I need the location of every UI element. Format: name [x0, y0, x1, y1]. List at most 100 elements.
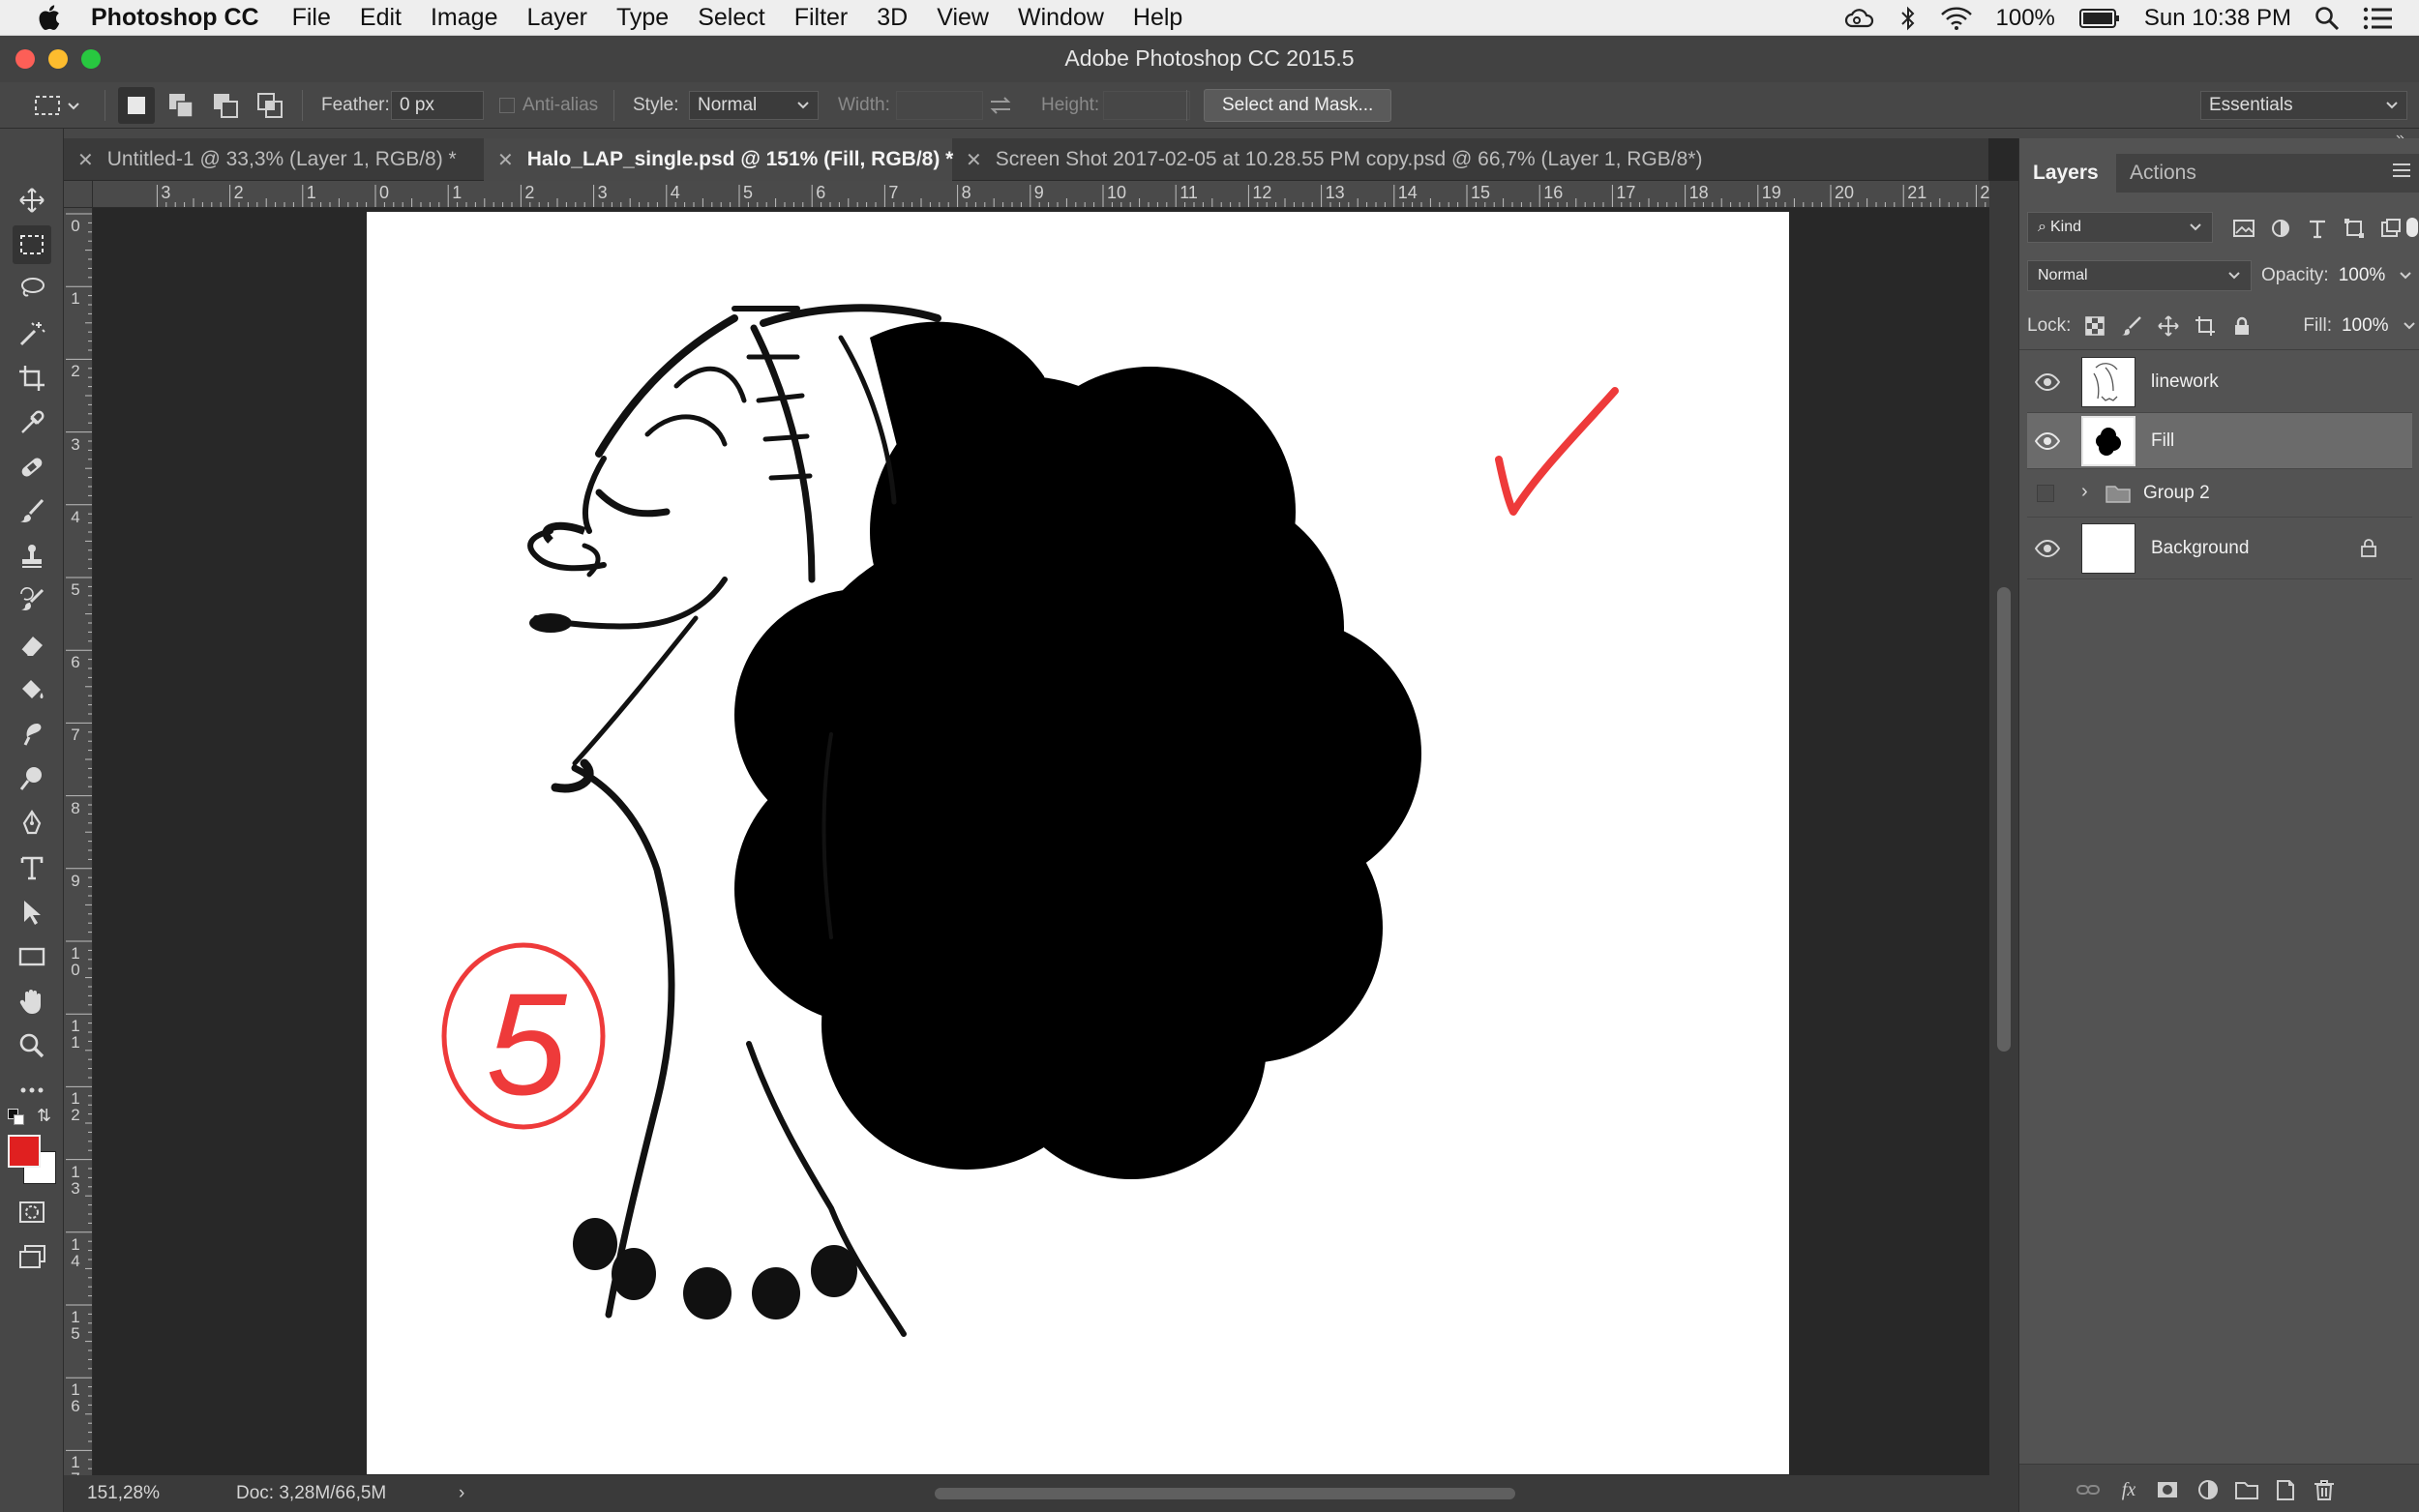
visibility-eye-icon[interactable]	[2035, 371, 2060, 393]
spotlight-search-icon[interactable]	[2314, 6, 2340, 31]
healing-brush-tool[interactable]	[13, 448, 51, 487]
marquee-preset-picker[interactable]	[33, 82, 83, 129]
menu-layer[interactable]: Layer	[526, 4, 587, 32]
tab-halo-lap-single[interactable]: ✕ Halo_LAP_single.psd @ 151% (Fill, RGB/…	[484, 138, 953, 181]
filter-type-icon[interactable]	[2306, 218, 2329, 239]
edit-toolbar-button[interactable]	[13, 1071, 51, 1110]
tab-screen-shot-copy[interactable]: ✕ Screen Shot 2017-02-05 at 10.28.55 PM …	[952, 138, 1823, 181]
close-tab-icon[interactable]: ✕	[966, 148, 982, 172]
smudge-tool[interactable]	[13, 715, 51, 754]
layer-style-fx-icon[interactable]: fx	[2116, 1478, 2141, 1501]
filter-image-icon[interactable]	[2232, 218, 2255, 239]
filter-adjustment-icon[interactable]	[2269, 218, 2292, 239]
tab-untitled-1[interactable]: ✕ Untitled-1 @ 33,3% (Layer 1, RGB/8) *	[64, 138, 484, 181]
horizontal-scroll-thumb[interactable]	[935, 1488, 1515, 1499]
paint-bucket-tool[interactable]	[13, 670, 51, 709]
close-tab-icon[interactable]: ✕	[77, 148, 94, 172]
lasso-tool[interactable]	[13, 270, 51, 309]
selection-mode-new[interactable]	[118, 82, 155, 129]
layer-row-group-2[interactable]: › Group 2	[2027, 469, 2412, 518]
history-brush-tool[interactable]	[13, 581, 51, 620]
apple-icon[interactable]	[35, 2, 66, 33]
wifi-icon[interactable]	[1940, 6, 1973, 31]
anti-alias-checkbox[interactable]: Anti-alias	[499, 82, 598, 129]
visibility-eye-icon[interactable]	[2035, 430, 2060, 452]
feather-input[interactable]: 0 px	[391, 91, 484, 120]
swap-colors-icon[interactable]: ⇅	[37, 1106, 51, 1126]
opacity-value[interactable]: 100%	[2339, 265, 2386, 286]
menu-file[interactable]: File	[292, 4, 331, 32]
default-colors-icon[interactable]	[8, 1109, 25, 1126]
width-input[interactable]	[896, 91, 983, 120]
workspace-switcher[interactable]: Essentials	[2200, 91, 2407, 120]
menu-view[interactable]: View	[937, 4, 989, 32]
new-group-icon[interactable]	[2234, 1478, 2259, 1501]
menubar-clock[interactable]: Sun 10:38 PM	[2144, 5, 2291, 32]
creative-cloud-icon[interactable]	[1843, 7, 1876, 30]
lock-image-pixels-icon[interactable]	[2121, 315, 2142, 337]
lock-all-icon[interactable]	[2231, 315, 2253, 337]
menu-app-name[interactable]: Photoshop CC	[91, 4, 259, 32]
layer-filter-kind-select[interactable]: ⌕ Kind	[2027, 212, 2213, 243]
selection-mode-add[interactable]	[166, 82, 195, 129]
selection-mode-intersect[interactable]	[255, 82, 284, 129]
lock-artboard-icon[interactable]	[2195, 315, 2216, 337]
eraser-tool[interactable]	[13, 626, 51, 665]
select-and-mask-button[interactable]: Select and Mask...	[1204, 89, 1392, 122]
menu-type[interactable]: Type	[616, 4, 669, 32]
panel-menu-icon[interactable]	[2393, 163, 2410, 179]
hand-tool[interactable]	[13, 982, 51, 1021]
visibility-empty-box[interactable]	[2037, 485, 2054, 502]
menu-select[interactable]: Select	[698, 4, 764, 32]
foreground-color-swatch[interactable]	[8, 1135, 41, 1168]
delete-layer-icon[interactable]	[2312, 1478, 2337, 1501]
crop-tool[interactable]	[13, 359, 51, 398]
adjustment-layer-icon[interactable]	[2195, 1478, 2221, 1501]
tab-layers[interactable]: Layers	[2019, 154, 2116, 193]
zoom-level[interactable]: 151,28%	[87, 1475, 160, 1512]
battery-icon[interactable]	[2078, 7, 2121, 30]
vertical-ruler[interactable]: 0 1 2 3 4 5 6 7 8 9 1 0 1 1 1 2 1 3 1 4 1 5 1 6 1 7	[64, 208, 93, 1475]
filter-shape-icon[interactable]	[2343, 218, 2366, 239]
path-selection-tool[interactable]	[13, 893, 51, 932]
eyedropper-tool[interactable]	[13, 403, 51, 442]
quick-mask-button[interactable]	[13, 1193, 51, 1231]
dodge-tool[interactable]	[13, 759, 51, 798]
filter-toggle[interactable]	[2406, 218, 2418, 237]
document-canvas[interactable]: 5	[367, 212, 1789, 1474]
menu-window[interactable]: Window	[1018, 4, 1104, 32]
canvas-vertical-scrollbar[interactable]	[1989, 181, 2018, 1475]
layer-row-background[interactable]: Background	[2027, 518, 2412, 579]
menu-filter[interactable]: Filter	[794, 4, 849, 32]
notification-center-icon[interactable]	[2363, 6, 2394, 31]
type-tool[interactable]	[13, 848, 51, 887]
ruler-origin[interactable]	[64, 181, 93, 208]
vertical-scroll-thumb[interactable]	[1997, 587, 2011, 1052]
new-layer-icon[interactable]	[2273, 1478, 2298, 1501]
height-input[interactable]	[1103, 91, 1190, 120]
clone-stamp-tool[interactable]	[13, 537, 51, 576]
move-tool[interactable]	[13, 181, 51, 220]
canvas-area[interactable]: 5	[93, 208, 1989, 1475]
close-tab-icon[interactable]: ✕	[497, 148, 514, 172]
layer-row-linework[interactable]: linework	[2027, 351, 2412, 413]
zoom-tool[interactable]	[13, 1026, 51, 1065]
chevron-down-icon[interactable]	[2399, 271, 2412, 281]
rectangular-marquee-tool[interactable]	[13, 225, 51, 264]
magic-wand-tool[interactable]	[13, 314, 51, 353]
bluetooth-icon[interactable]	[1899, 6, 1917, 31]
lock-position-icon[interactable]	[2158, 315, 2180, 337]
filter-smart-object-icon[interactable]	[2379, 218, 2403, 239]
style-select[interactable]: Normal	[689, 91, 819, 120]
rectangle-tool[interactable]	[13, 937, 51, 976]
pen-tool[interactable]	[13, 804, 51, 843]
screen-mode-button[interactable]	[13, 1237, 51, 1276]
chevron-down-icon[interactable]	[2403, 321, 2416, 331]
selection-mode-subtract[interactable]	[211, 82, 240, 129]
group-expand-chevron-icon[interactable]: ›	[2081, 481, 2088, 503]
link-layers-icon[interactable]	[2076, 1478, 2101, 1501]
brush-tool[interactable]	[13, 492, 51, 531]
fill-value[interactable]: 100%	[2342, 315, 2389, 337]
horizontal-ruler[interactable]: 321012345678910111213141516171819202122	[93, 181, 1989, 208]
blend-mode-select[interactable]: Normal	[2027, 260, 2252, 291]
